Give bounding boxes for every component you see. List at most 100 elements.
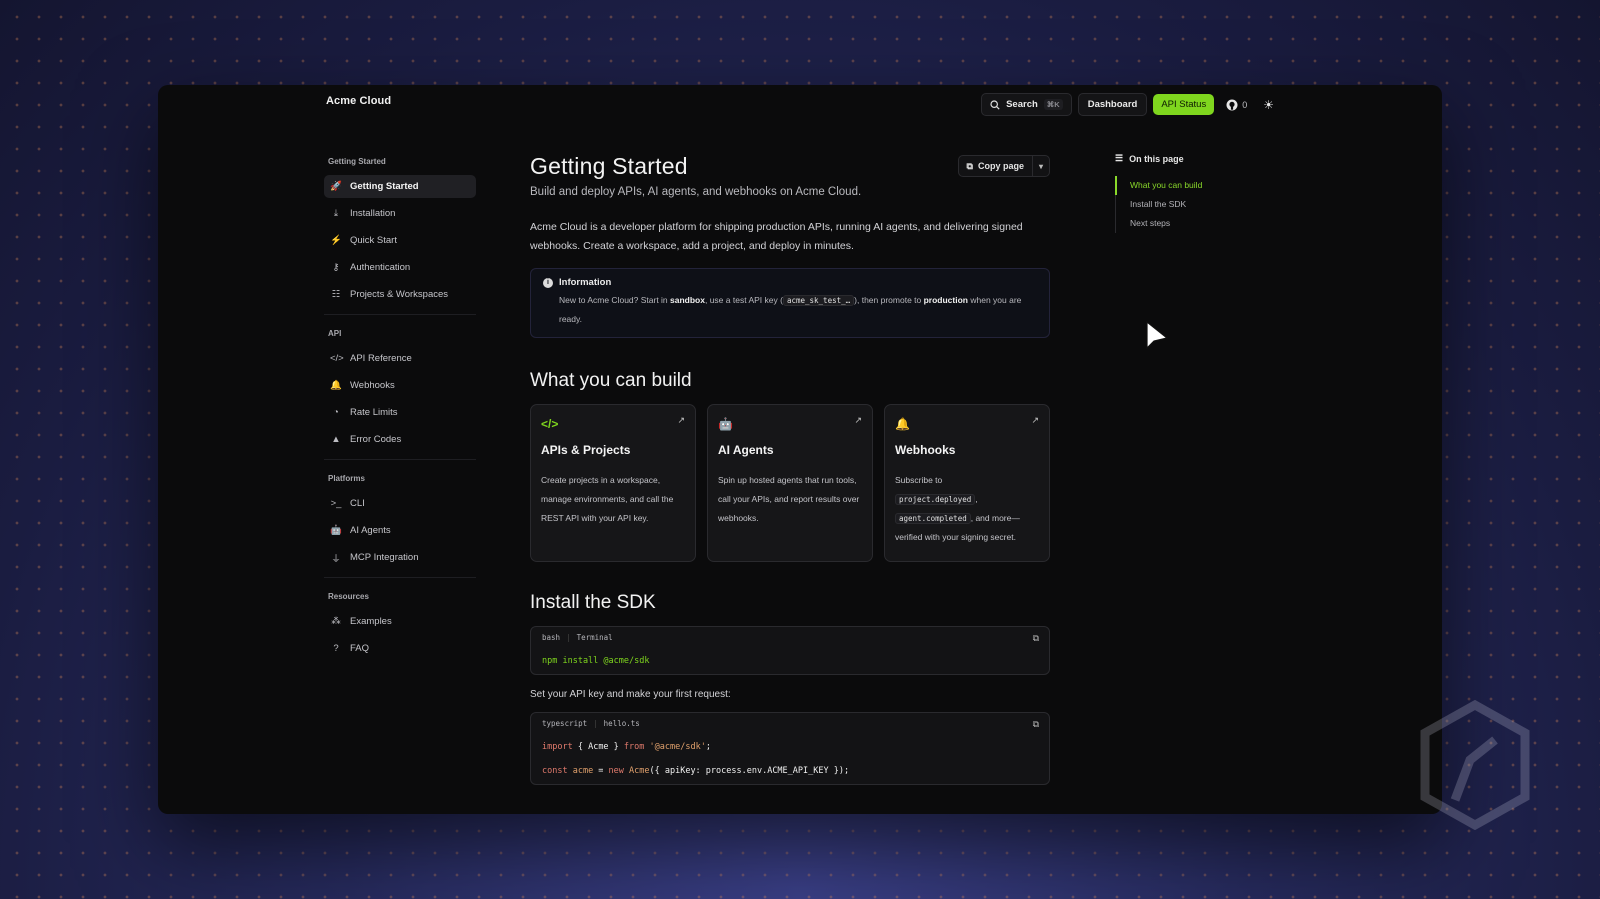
sidebar-item-projects-workspaces[interactable]: ☷ Projects & Workspaces [324,283,476,306]
rocket-icon: 🚀 [330,181,342,192]
search-shortcut: ⌘K [1043,99,1063,110]
sidebar-item-installation[interactable]: ⤓ Installation [324,202,476,225]
sidebar-item-label: AI Agents [350,525,391,536]
info-callout: i Information New to Acme Cloud? Start i… [530,268,1050,338]
toc-header: ☰ On this page [1115,153,1295,164]
code-token: ; [705,742,711,752]
sidebar-item-label: Rate Limits [350,407,398,418]
card-apis-projects[interactable]: </> ↗ APIs & Projects Create projects in… [530,404,696,562]
sidebar-item-cli[interactable]: >_ CLI [324,492,476,515]
watermark-logo-icon [1420,700,1530,830]
external-link-icon[interactable]: ↗ [854,415,862,426]
main-content: Getting Started ⧉ Copy page ▾ Build and … [530,153,1050,785]
code-token: '@acme/sdk' [644,742,706,752]
card-title: Webhooks [895,443,956,457]
card-description-text: Subscribe to [895,475,943,485]
intro-paragraph: Acme Cloud is a developer platform for s… [530,221,1023,252]
code-icon: </> [330,353,344,364]
sidebar-section-getting-started: Getting Started 🚀 Getting Started ⤓ Instal… [324,157,476,306]
code-language: typescript [542,719,588,728]
copy-page-button[interactable]: ⧉ Copy page ▾ [957,155,1050,177]
code-token: import [542,742,573,752]
robot-icon: 🤖 [330,525,342,536]
code-token: acme [567,766,594,776]
callout-bold-sandbox: sandbox [670,295,705,305]
sidebar-item-error-codes[interactable]: ▲ Error Codes [324,428,476,451]
sidebar-item-label: Installation [350,208,396,219]
copy-icon[interactable]: ⧉ [1033,633,1039,644]
chevron-down-icon[interactable]: ▾ [1033,162,1049,171]
card-webhooks[interactable]: 🔔 ↗ Webhooks Subscribe to project.deploye… [884,404,1050,562]
sidebar-item-ai-agents[interactable]: 🤖 AI Agents [324,519,476,542]
card-ai-agents[interactable]: 🤖 ↗ AI Agents Spin up hosted agents that… [707,404,873,562]
sidebar-section-api: API </> API Reference 🔔 Webhooks ◔ Rate Lim… [324,329,476,451]
sidebar-item-rate-limits[interactable]: ◔ Rate Limits [324,401,476,424]
sidebar-divider [324,577,476,578]
page-subtitle: Build and deploy APIs, AI agents, and we… [530,186,862,198]
bell-icon: 🔔 [330,380,342,391]
card-description: Spin up hosted agents that run tools, ca… [718,475,860,523]
code-token: ({ apiKey: process.env.ACME_API_KEY }); [649,766,850,776]
info-icon: i [543,277,553,288]
theme-toggle-sun-icon[interactable]: ☀ [1263,98,1274,112]
toc-item-install-the-sdk[interactable]: Install the SDK [1116,195,1295,214]
question-icon: ? [333,643,339,654]
sidebar-divider [324,314,476,315]
copy-page-main[interactable]: ⧉ Copy page [959,156,1033,176]
card-description: Create projects in a workspace, manage e… [541,475,674,523]
code-token: npm install [542,656,599,666]
toc-item-next-steps[interactable]: Next steps [1116,214,1295,233]
code-token: from [623,742,645,752]
sidebar-item-label: Error Codes [350,434,402,445]
sidebar-item-quick-start[interactable]: ⚡ Quick Start [324,229,476,252]
code-line: npm install @acme/sdk [542,656,1038,666]
list-icon: ☰ [1115,153,1124,163]
github-link[interactable]: 0 [1226,99,1247,111]
toc-title: On this page [1129,153,1184,164]
sidebar-item-api-reference[interactable]: </> API Reference [324,347,476,370]
download-icon: ⤓ [333,208,339,219]
sidebar-item-authentication[interactable]: ⚷ Authentication [324,256,476,279]
table-of-contents: ☰ On this page What you can build Instal… [1115,153,1295,233]
lightning-icon: ⚡ [330,235,342,246]
callout-text: New to Acme Cloud? Start in [559,295,671,305]
mouse-cursor-icon [1146,320,1169,350]
sidebar-item-label: MCP Integration [350,552,419,563]
callout-header: i Information [543,277,1037,288]
key-icon: ⚷ [332,262,340,273]
sidebar-item-faq[interactable]: ? FAQ [324,637,476,660]
toc-item-what-you-can-build[interactable]: What you can build [1115,176,1295,195]
external-link-icon[interactable]: ↗ [677,415,685,426]
terminal-icon: >_ [330,498,342,509]
copy-icon[interactable]: ⧉ [1033,719,1039,730]
api-status-button[interactable]: API Status [1153,94,1215,115]
code-block-bash: bash | Terminal ⧉ npm install @acme/sdk [530,626,1050,675]
brand-logo[interactable]: Acme Cloud [326,95,391,107]
section-heading-build: What you can build [530,370,692,391]
bell-icon: 🔔 [895,417,910,431]
sidebar-item-examples[interactable]: ⁂ Examples [324,610,476,633]
sidebar-section-title: API [328,329,342,338]
sidebar-item-webhooks[interactable]: 🔔 Webhooks [324,374,476,397]
callout-text: ), then promote to [854,295,924,305]
github-icon [1226,99,1238,110]
dashboard-button[interactable]: Dashboard [1077,93,1148,116]
copy-icon: ⧉ [966,160,973,171]
code-token: Acme [588,742,609,752]
code-filename: hello.ts [603,719,640,728]
feature-cards: </> ↗ APIs & Projects Create projects in… [530,404,1050,562]
sidebar-section-platforms: Platforms >_ CLI 🤖 AI Agents ⏚ MCP Integrat… [324,474,476,569]
sidebar-item-label: Quick Start [350,235,397,246]
code-token: } [608,742,624,752]
sidebar-item-mcp-integration[interactable]: ⏚ MCP Integration [324,546,476,569]
external-link-icon[interactable]: ↗ [1031,415,1039,426]
code-block-header: typescript | hello.ts [542,719,640,728]
sidebar-item-label: Webhooks [350,380,395,391]
code-line: const acme = new Acme({ apiKey: process.… [542,766,1038,776]
code-token: Acme [623,766,650,776]
sidebar-item-label: CLI [350,498,365,509]
callout-inline-code: acme_sk_test_… [782,295,855,306]
search-button[interactable]: Search ⌘K [981,93,1072,116]
code-icon: </> [541,417,559,431]
sidebar-item-getting-started[interactable]: 🚀 Getting Started [324,175,476,198]
